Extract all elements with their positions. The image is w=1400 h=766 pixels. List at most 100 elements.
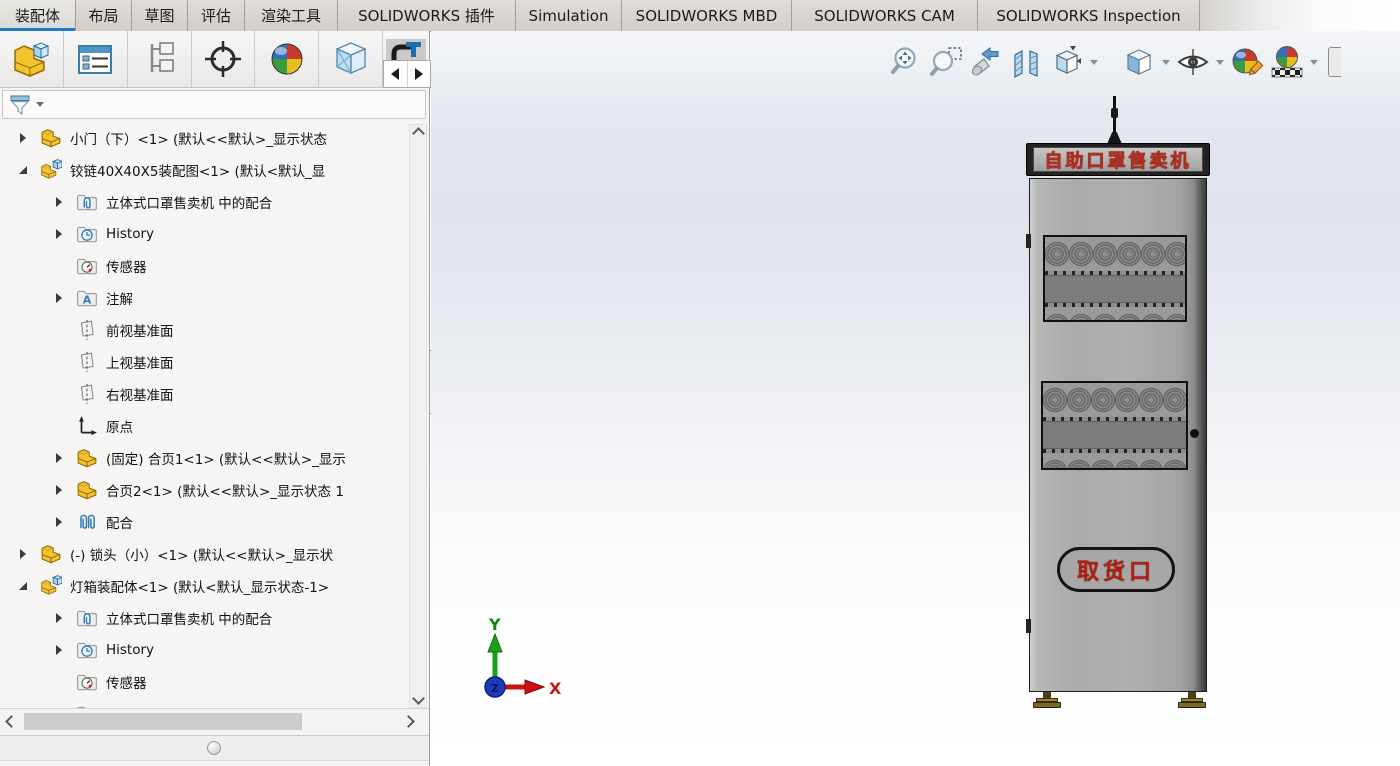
hinge-detail xyxy=(1026,234,1031,248)
tree-item-sensors[interactable]: 传感器 xyxy=(0,250,429,282)
tree-item-top-plane[interactable]: 上视基准面 xyxy=(0,346,429,378)
tree-filter-bar[interactable] xyxy=(2,90,426,119)
flyout-right-arrow-button[interactable] xyxy=(408,61,431,87)
tab-sw-cam[interactable]: SOLIDWORKS CAM xyxy=(792,0,978,31)
assembly-icon xyxy=(40,159,62,181)
expand-arrow[interactable] xyxy=(12,549,34,559)
expand-arrow[interactable] xyxy=(48,293,70,303)
expand-arrow[interactable] xyxy=(48,613,70,623)
view-orientation-button[interactable] xyxy=(1048,43,1086,81)
tree-item-history[interactable]: History xyxy=(0,634,429,666)
apply-scene-button[interactable] xyxy=(1268,43,1306,81)
section-view-button[interactable] xyxy=(1008,43,1046,81)
collapse-arrow[interactable] xyxy=(12,166,34,174)
smart-target-button[interactable] xyxy=(192,31,256,87)
expand-arrow[interactable] xyxy=(48,645,70,655)
tab-render-tools[interactable]: 渲染工具 xyxy=(245,0,338,31)
apply-scene-icon xyxy=(1271,46,1303,78)
tab-evaluate[interactable]: 评估 xyxy=(188,0,245,31)
tree-item-hinge-leaf-1[interactable]: (固定) 合页1<1> (默认<<默认>_显示 xyxy=(0,442,429,474)
tree-item-annotations[interactable]: 注解 xyxy=(0,282,429,314)
zoom-to-area-button[interactable] xyxy=(928,43,966,81)
edit-appearance-button[interactable] xyxy=(1228,43,1266,81)
view-orientation-icon xyxy=(1055,46,1081,74)
display-style-dropdown[interactable] xyxy=(1160,59,1172,65)
scrollbar-thumb[interactable] xyxy=(24,713,302,730)
scroll-right-icon[interactable] xyxy=(402,715,415,728)
expand-arrow[interactable] xyxy=(48,485,70,495)
filter-dropdown-caret[interactable] xyxy=(36,102,44,107)
hide-show-items-dropdown[interactable] xyxy=(1214,59,1226,65)
sensors-folder-icon xyxy=(76,255,98,277)
display-style-button[interactable] xyxy=(1120,43,1158,81)
component-pattern-button[interactable] xyxy=(128,31,192,87)
tree-item-mates-in-parent[interactable]: 立体式口罩售卖机 中的配合 xyxy=(0,186,429,218)
component-list-button[interactable] xyxy=(64,31,128,87)
tree-item-mates-in-parent[interactable]: 立体式口罩售卖机 中的配合 xyxy=(0,602,429,634)
flyout-left-arrow-button[interactable] xyxy=(384,61,408,87)
previous-view-icon xyxy=(971,47,999,76)
apply-scene-dropdown[interactable] xyxy=(1308,59,1320,65)
vending-machine-model[interactable]: 自助口罩售卖机 取货口 xyxy=(1022,96,1214,714)
dispenser-window-upper[interactable] xyxy=(1043,235,1187,322)
splitter-grip-icon[interactable] xyxy=(207,741,221,755)
tree-item-lock[interactable]: (-) 锁头（小）<1> (默认<<默认>_显示状 xyxy=(0,538,429,570)
tree-vertical-scrollbar[interactable] xyxy=(409,124,427,708)
tree-item-partial[interactable] xyxy=(0,698,430,708)
assembly-part-button[interactable] xyxy=(0,31,64,87)
graphics-viewport[interactable] xyxy=(431,31,1400,766)
appearance-sphere-button[interactable] xyxy=(255,31,320,87)
dispenser-window-lower[interactable] xyxy=(1041,381,1188,470)
tree-item-mates[interactable]: 配合 xyxy=(0,506,429,538)
tree-item-hinge-assembly[interactable]: 铰链40X40X5装配图<1> (默认<默认_显 xyxy=(0,154,429,186)
tree-item-right-plane[interactable]: 右视基准面 xyxy=(0,378,429,410)
assembly-part-icon xyxy=(14,42,50,77)
previous-view-button[interactable] xyxy=(968,43,1006,81)
tab-sw-mbd[interactable]: SOLIDWORKS MBD xyxy=(622,0,792,31)
tree-item-hinge-leaf-2[interactable]: 合页2<1> (默认<<默认>_显示状态 1 xyxy=(0,474,429,506)
tree-horizontal-scrollbar[interactable] xyxy=(0,708,429,734)
door-knob[interactable] xyxy=(1190,429,1199,438)
expand-arrow[interactable] xyxy=(48,453,70,463)
expand-arrow[interactable] xyxy=(48,197,70,207)
panel-bottom-splitter[interactable] xyxy=(0,735,429,761)
expand-arrow[interactable] xyxy=(48,229,70,239)
scroll-left-icon[interactable] xyxy=(5,715,18,728)
tab-layout[interactable]: 布局 xyxy=(76,0,132,31)
zoom-to-fit-button[interactable] xyxy=(888,43,926,81)
component-pattern-icon xyxy=(150,42,174,72)
tree-item-lightbox-assembly[interactable]: 灯箱装配体<1> (默认<默认_显示状态-1> xyxy=(0,570,429,602)
tree-item-sensors[interactable]: 传感器 xyxy=(0,666,429,698)
hide-show-items-icon xyxy=(1177,49,1209,75)
collapse-arrow[interactable] xyxy=(12,582,34,590)
tab-simulation[interactable]: Simulation xyxy=(516,0,622,31)
expand-arrow[interactable] xyxy=(12,133,34,143)
view-settings-button[interactable] xyxy=(1328,47,1341,77)
hide-show-items-button[interactable] xyxy=(1174,43,1212,81)
view-orientation-dropdown[interactable] xyxy=(1088,59,1100,65)
tree-item-origin[interactable]: 原点 xyxy=(0,410,429,442)
pickup-port[interactable]: 取货口 xyxy=(1057,547,1175,592)
sensors-folder-icon xyxy=(76,671,98,693)
expand-arrow[interactable] xyxy=(48,517,70,527)
glass-cube-button[interactable] xyxy=(319,31,384,87)
machine-sign[interactable]: 自助口罩售卖机 xyxy=(1026,143,1210,176)
shelf-divider xyxy=(1045,275,1185,303)
dispenser-coils xyxy=(1045,307,1185,320)
tab-sw-addins[interactable]: SOLIDWORKS 插件 xyxy=(338,0,516,31)
tree-item-history[interactable]: History xyxy=(0,218,429,250)
tab-assembly[interactable]: 装配体 xyxy=(0,0,76,31)
scroll-down-icon[interactable] xyxy=(411,692,425,705)
tab-sw-inspection[interactable]: SOLIDWORKS Inspection xyxy=(978,0,1200,31)
appearance-sphere-icon xyxy=(271,43,303,75)
history-folder-icon xyxy=(76,639,98,661)
glass-cube-icon xyxy=(334,42,367,74)
tree-item-door[interactable]: 小门（下）<1> (默认<<默认>_显示状态 xyxy=(0,122,429,154)
machine-cabinet[interactable]: 取货口 xyxy=(1026,178,1207,692)
hinge-detail xyxy=(1026,619,1031,633)
tab-sketch[interactable]: 草图 xyxy=(132,0,188,31)
scroll-up-icon[interactable] xyxy=(411,127,425,140)
part-icon xyxy=(40,127,62,149)
component-list-icon xyxy=(78,45,113,74)
tree-item-front-plane[interactable]: 前视基准面 xyxy=(0,314,429,346)
